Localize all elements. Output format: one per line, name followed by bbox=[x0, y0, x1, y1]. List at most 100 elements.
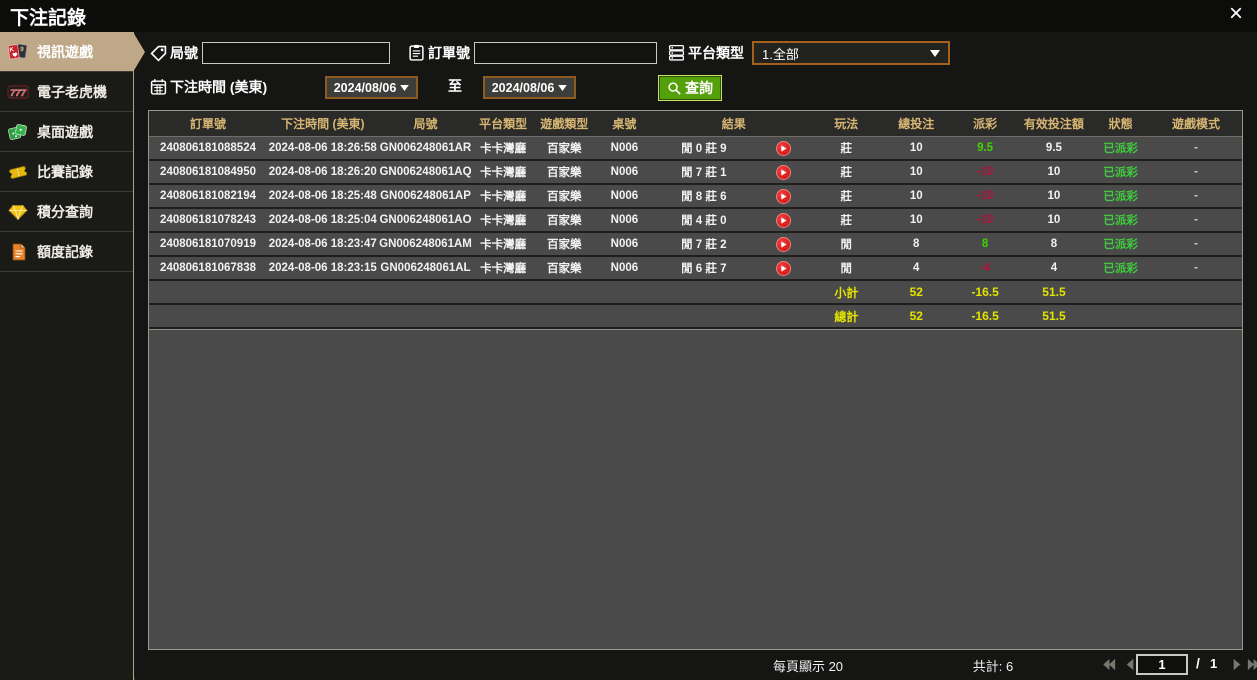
game-no-label: 局號 bbox=[170, 45, 198, 61]
replay-play-icon[interactable] bbox=[776, 260, 792, 276]
replay-play-icon[interactable] bbox=[776, 236, 792, 252]
content-area: 局號 訂單號 平台類型 1.全部 下注時間 (美東) 2024/08/06 至 … bbox=[135, 32, 1257, 680]
table-row[interactable]: 240806181067838 2024-08-06 18:23:15 GN00… bbox=[149, 257, 1242, 281]
subtotal-payout: -16.5 bbox=[971, 285, 999, 299]
sidebar-item-比賽記錄[interactable]: 比賽記錄 bbox=[0, 152, 133, 192]
next-page-icon[interactable] bbox=[1228, 656, 1245, 673]
platform-type-value: 1.全部 bbox=[762, 46, 799, 62]
cell-payout: -4 bbox=[979, 262, 991, 274]
grand-total-label: 總計 bbox=[834, 309, 859, 324]
cell-platform: 卡卡灣廳 bbox=[480, 143, 527, 155]
cell-total-bet: 8 bbox=[913, 238, 920, 250]
total-count-label: 共計: 6 bbox=[972, 659, 1014, 674]
cell-valid-bet: 10 bbox=[1047, 166, 1061, 178]
replay-play-icon[interactable] bbox=[776, 140, 792, 156]
cell-valid-bet: 10 bbox=[1047, 214, 1061, 226]
chevron-down-icon bbox=[400, 84, 410, 91]
subtotal-row: 小計 52 -16.5 51.5 bbox=[149, 281, 1242, 305]
cell-result: 閒 6 莊 7 bbox=[654, 257, 814, 279]
cell-result: 閒 0 莊 9 bbox=[654, 137, 814, 159]
subtotal-valid-bet: 51.5 bbox=[1042, 285, 1066, 299]
cell-game-no: GN006248061AQ bbox=[379, 166, 472, 178]
sidebar-item-額度記錄[interactable]: 額度記錄 bbox=[0, 232, 133, 272]
ticket-icon bbox=[7, 162, 29, 182]
result-text: 閒 4 莊 0 bbox=[681, 215, 727, 227]
replay-play-icon[interactable] bbox=[776, 212, 792, 228]
table-row[interactable]: 240806181084950 2024-08-06 18:26:20 GN00… bbox=[149, 161, 1242, 185]
cell-result: 閒 7 莊 1 bbox=[654, 161, 814, 183]
column-header: 總投注 bbox=[898, 117, 935, 131]
first-page-icon[interactable] bbox=[1100, 656, 1117, 673]
table-row[interactable]: 240806181082194 2024-08-06 18:25:48 GN00… bbox=[149, 185, 1242, 209]
cell-result: 閒 7 莊 2 bbox=[654, 233, 814, 255]
search-button[interactable]: 查詢 bbox=[658, 75, 722, 101]
sidebar-item-視訊遊戲[interactable]: 9 K 視訊遊戲 bbox=[0, 32, 133, 72]
cell-table-no: N006 bbox=[610, 166, 639, 178]
chevron-down-icon bbox=[558, 84, 568, 91]
subtotal-total-bet: 52 bbox=[909, 285, 923, 299]
sidebar-item-label: 桌面遊戲 bbox=[37, 123, 93, 140]
table-row[interactable]: 240806181070919 2024-08-06 18:23:47 GN00… bbox=[149, 233, 1242, 257]
sidebar-item-桌面遊戲[interactable]: 桌面遊戲 bbox=[0, 112, 133, 152]
cell-game-mode: - bbox=[1194, 166, 1198, 178]
cell-status: 已派彩 bbox=[1103, 215, 1138, 227]
grand-total-row: 總計 52 -16.5 51.5 bbox=[149, 305, 1242, 329]
slot-777-icon: 777 bbox=[7, 82, 29, 102]
svg-text:777: 777 bbox=[10, 87, 27, 98]
cell-game-type: 百家樂 bbox=[547, 263, 582, 275]
cell-game-type: 百家樂 bbox=[547, 215, 582, 227]
cell-game-type: 百家樂 bbox=[547, 143, 582, 155]
cell-bet-time: 2024-08-06 18:26:58 bbox=[268, 142, 377, 154]
last-page-icon[interactable] bbox=[1246, 656, 1257, 673]
result-text: 閒 8 莊 6 bbox=[681, 191, 727, 203]
cell-order-no: 240806181067838 bbox=[160, 262, 256, 274]
cell-result: 閒 8 莊 6 bbox=[654, 185, 814, 207]
grand-total-valid-bet: 51.5 bbox=[1042, 309, 1066, 323]
cell-payout: -10 bbox=[976, 190, 994, 202]
table-row[interactable]: 240806181078243 2024-08-06 18:25:04 GN00… bbox=[149, 209, 1242, 233]
cell-game-no: GN006248061AO bbox=[379, 214, 472, 226]
cell-bet-time: 2024-08-06 18:26:20 bbox=[268, 166, 377, 178]
subtotal-label: 小計 bbox=[834, 285, 859, 300]
cell-status: 已派彩 bbox=[1103, 263, 1138, 275]
diamond-icon bbox=[7, 202, 29, 222]
cell-valid-bet: 8 bbox=[1050, 238, 1058, 250]
close-icon[interactable]: × bbox=[1223, 1, 1249, 27]
sidebar-item-積分查詢[interactable]: 積分查詢 bbox=[0, 192, 133, 232]
cell-game-mode: - bbox=[1194, 214, 1198, 226]
replay-play-icon[interactable] bbox=[776, 188, 792, 204]
game-no-input[interactable] bbox=[202, 42, 390, 64]
page-total-label: 1 bbox=[1210, 656, 1218, 671]
order-no-label: 訂單號 bbox=[428, 45, 470, 61]
order-no-input[interactable] bbox=[474, 42, 657, 64]
sidebar-item-label: 積分查詢 bbox=[37, 203, 93, 220]
cell-table-no: N006 bbox=[610, 238, 639, 250]
calendar-icon bbox=[150, 79, 167, 95]
search-button-label: 查詢 bbox=[685, 80, 713, 96]
replay-play-icon[interactable] bbox=[776, 164, 792, 180]
cell-payout: 9.5 bbox=[977, 142, 994, 154]
date-to-picker[interactable]: 2024/08/06 bbox=[483, 76, 576, 99]
playing-cards-icon: 9 K bbox=[7, 42, 29, 62]
sidebar-item-電子老虎機[interactable]: 777 電子老虎機 bbox=[0, 72, 133, 112]
cell-platform: 卡卡灣廳 bbox=[480, 215, 527, 227]
document-icon bbox=[7, 242, 29, 262]
result-text: 閒 0 莊 9 bbox=[681, 143, 727, 155]
page-number-input[interactable]: 1 bbox=[1136, 654, 1188, 675]
cell-platform: 卡卡灣廳 bbox=[480, 263, 527, 275]
pagination-bar: 每頁顯示 20 共計: 6 1 / 1 bbox=[148, 652, 1257, 678]
date-from-picker[interactable]: 2024/08/06 bbox=[325, 76, 418, 99]
page-title: 下注記錄 bbox=[10, 8, 87, 29]
cell-game-type: 百家樂 bbox=[547, 191, 582, 203]
platform-type-select[interactable]: 1.全部 bbox=[752, 41, 950, 65]
records-table: 訂單號 下注時間 (美東) 局號 平台類型 遊戲類型 桌號 結果 玩法 總投注 派彩 有效投注額 狀態… bbox=[148, 110, 1243, 650]
table-row[interactable]: 240806181088524 2024-08-06 18:26:58 GN00… bbox=[149, 137, 1242, 161]
cell-order-no: 240806181084950 bbox=[160, 166, 256, 178]
cell-game-no: GN006248061AL bbox=[380, 262, 471, 274]
cell-valid-bet: 9.5 bbox=[1045, 142, 1062, 154]
cell-play-type: 閒 bbox=[840, 239, 853, 251]
cell-game-no: GN006248061AR bbox=[379, 142, 472, 154]
search-icon bbox=[668, 81, 681, 95]
column-header: 平台類型 bbox=[479, 117, 528, 131]
sidebar-item-label: 電子老虎機 bbox=[37, 83, 107, 100]
